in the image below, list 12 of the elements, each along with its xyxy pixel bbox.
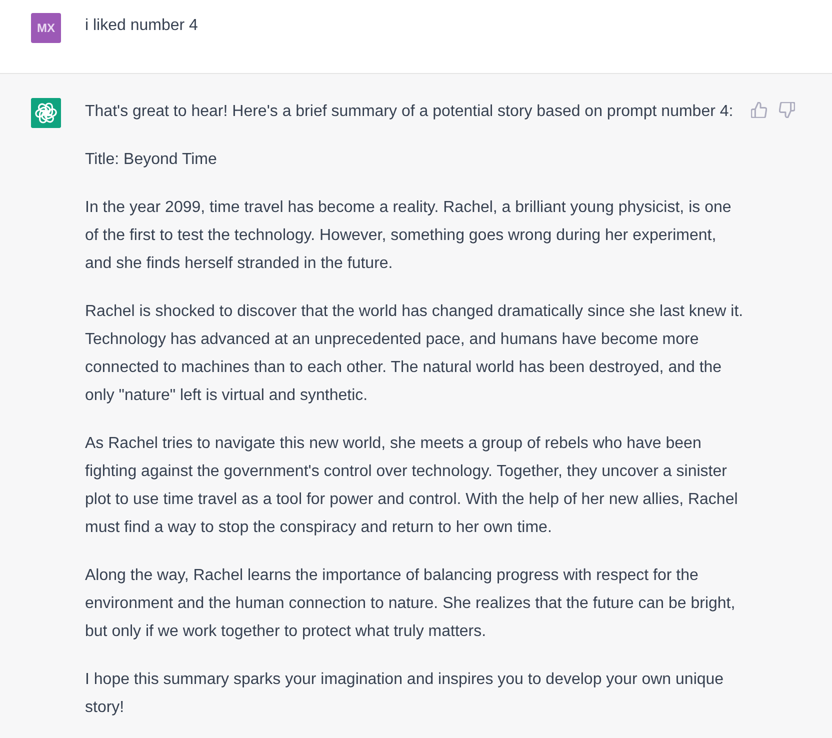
user-message: i liked number 4 xyxy=(85,16,199,36)
message-paragraph: I hope this summary sparks your imagination and inspires you to develop your own unique story! xyxy=(85,670,725,718)
thumbs-down-icon[interactable] xyxy=(779,102,795,118)
thumbs-up-icon[interactable] xyxy=(751,102,767,118)
message-paragraph: Along the way, Rachel learns the importance of balancing progress with respect for the environment and the human connection to nature. She realizes that the future can be bright, but only if we work together to protect what truly matters. xyxy=(85,566,736,642)
message-paragraph: In the year 2099, time travel has become a reality. Rachel, a brilliant young physicist, is one of the first to test the technology. However, something goes wrong during her experiment, and she finds herself stranded in the future. xyxy=(85,198,732,274)
message-paragraph: Title: Beyond Time xyxy=(85,150,218,170)
message-paragraph: That's great to hear! Here's a brief summary of a potential story based on prompt number 4: xyxy=(85,102,734,122)
assistant-avatar-icon xyxy=(31,98,61,128)
user-avatar: MX xyxy=(31,13,61,43)
message-paragraph: Rachel is shocked to discover that the world has changed dramatically since she last knew it. Technology has advanced at an unprecedented pace, and humans have become more connected to machines than to each other. The natural world has been destroyed, and the only "nature" left is virtual and synthetic. xyxy=(85,302,744,406)
message-paragraph: As Rachel tries to navigate this new world, she meets a group of rebels who have been fighting against the government's control over technology. Together, they uncover a sinister plot to use time travel as a tool for power and control. With the help of her new allies, Rachel must find a way to stop the conspiracy and return to her own time. xyxy=(85,434,739,538)
